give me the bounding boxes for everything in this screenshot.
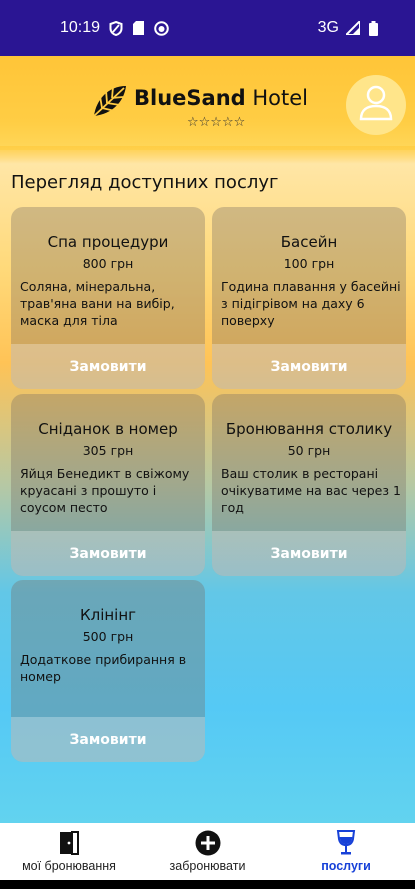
order-button[interactable]: Замовити (212, 531, 406, 576)
service-description: Година плавання у басейні з підігрівом н… (221, 279, 401, 328)
status-left: 10:19 (60, 19, 169, 37)
brand-blue: Blue (134, 86, 187, 110)
door-icon (59, 829, 79, 857)
service-description: Яйця Бенедикт в свіжому круасані з прошу… (20, 466, 190, 515)
brand-sand: Sand (186, 86, 246, 110)
service-title: Спа процедури (47, 233, 169, 251)
service-card-spa: Спа процедури 800 грн Соляна, мінеральна… (11, 207, 205, 389)
nav-item-services[interactable]: послуги (277, 823, 415, 880)
status-right: 3G (318, 19, 381, 37)
system-navigation-bar (0, 880, 415, 889)
service-card-body: Басейн 100 грн Година плавання у басейні… (212, 207, 406, 344)
battery-icon (366, 20, 381, 36)
service-card-cleaning: Клінінг 500 грн Додаткове прибирання в н… (11, 580, 205, 762)
profile-button[interactable] (346, 75, 406, 135)
service-description: Соляна, мінеральна, трав'яна вани на виб… (20, 279, 175, 328)
add-circle-icon (195, 829, 221, 857)
service-title: Басейн (280, 233, 338, 251)
status-bar: 10:19 3G (0, 0, 415, 56)
service-title: Сніданок в номер (38, 420, 178, 438)
nav-label: мої бронювання (22, 859, 116, 873)
service-price: 100 грн (283, 256, 335, 271)
hotel-rating-stars: ☆☆☆☆☆ (187, 115, 246, 130)
service-price: 50 грн (287, 443, 331, 458)
service-price: 500 грн (82, 629, 134, 644)
page-title: Перегляд доступних послуг (11, 172, 279, 193)
sim-card-icon (131, 21, 146, 36)
order-button[interactable]: Замовити (212, 344, 406, 389)
service-card-pool: Басейн 100 грн Година плавання у басейні… (212, 207, 406, 389)
service-price: 305 грн (82, 443, 134, 458)
header-fade (0, 146, 415, 164)
service-title: Бронювання столику (225, 420, 393, 438)
order-button[interactable]: Замовити (11, 531, 205, 576)
brand-hotel: Hotel (245, 86, 308, 110)
service-card-breakfast: Сніданок в номер 305 грн Яйця Бенедикт в… (11, 394, 205, 576)
service-card-body: Спа процедури 800 грн Соляна, мінеральна… (11, 207, 205, 344)
nav-item-my-bookings[interactable]: мої бронювання (0, 823, 138, 880)
user-avatar-icon (358, 84, 394, 126)
service-card-body: Сніданок в номер 305 грн Яйця Бенедикт в… (11, 394, 205, 531)
service-card-table-booking: Бронювання столику 50 грн Ваш столик в р… (212, 394, 406, 576)
nav-label: забронювати (169, 859, 246, 873)
service-description: Ваш столик в ресторані очікуватиме на ва… (221, 466, 401, 515)
service-price: 800 грн (82, 256, 134, 271)
app-screen: BlueSand Hotel ☆☆☆☆☆ Перегляд доступних … (0, 56, 415, 823)
service-card-body: Бронювання столику 50 грн Ваш столик в р… (212, 394, 406, 531)
nav-item-book[interactable]: забронювати (139, 823, 277, 880)
brand-name: BlueSand Hotel (134, 86, 308, 110)
service-title: Клінінг (79, 606, 137, 624)
app-notification-icon (154, 20, 169, 36)
palm-leaf-logo-icon (88, 80, 130, 122)
shield-icon (108, 20, 123, 36)
service-description: Додаткове прибирання в номер (20, 652, 187, 684)
service-card-body: Клінінг 500 грн Додаткове прибирання в н… (11, 580, 205, 717)
network-type: 3G (317, 19, 339, 36)
order-button[interactable]: Замовити (11, 717, 205, 762)
header: BlueSand Hotel ☆☆☆☆☆ (0, 56, 415, 150)
order-button[interactable]: Замовити (11, 344, 205, 389)
bottom-navigation: мої бронювання забронювати послуги (0, 823, 415, 880)
nav-label: послуги (321, 859, 371, 873)
signal-icon (345, 21, 360, 36)
wine-glass-icon (336, 829, 356, 857)
status-time: 10:19 (60, 19, 101, 36)
